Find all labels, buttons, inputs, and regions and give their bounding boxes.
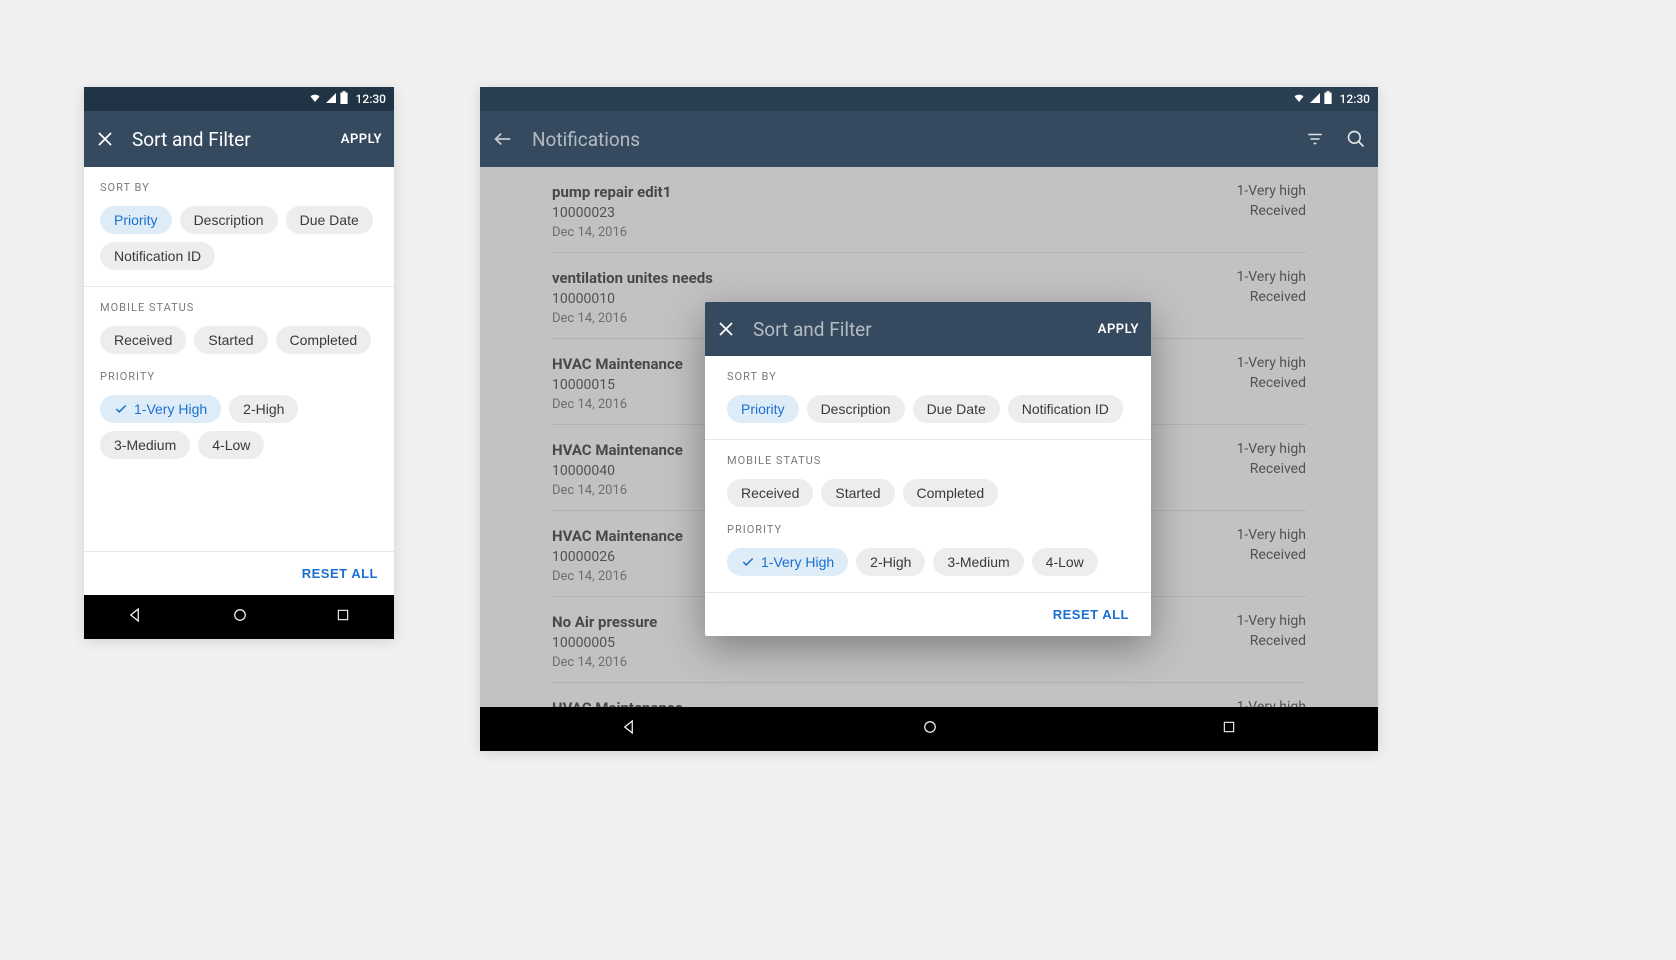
chip-priority-3[interactable]: 3-Medium xyxy=(100,431,190,459)
reset-all-button[interactable]: RESET ALL xyxy=(1053,607,1129,622)
chip-label: 1-Very High xyxy=(134,401,207,417)
apply-button[interactable]: APPLY xyxy=(1098,322,1139,337)
chip-status-completed[interactable]: Completed xyxy=(903,479,999,507)
wifi-icon xyxy=(308,92,322,107)
battery-icon xyxy=(1324,91,1332,107)
chip-sort-notification-id[interactable]: Notification ID xyxy=(1008,395,1123,423)
status-bar: 12:30 xyxy=(480,87,1378,111)
sort-filter-dialog: Sort and Filter APPLY SORT BY Priority D… xyxy=(705,302,1151,636)
priority-label: PRIORITY xyxy=(100,370,378,383)
app-bar-title: Notifications xyxy=(532,128,1306,151)
sort-by-label: SORT BY xyxy=(727,370,1129,383)
chip-status-received[interactable]: Received xyxy=(100,326,186,354)
sort-by-label: SORT BY xyxy=(100,181,378,194)
chip-label: 1-Very High xyxy=(761,554,834,570)
cell-icon xyxy=(324,92,338,107)
nav-home-icon[interactable] xyxy=(231,606,249,628)
dialog-title: Sort and Filter xyxy=(753,318,1098,341)
chip-sort-description[interactable]: Description xyxy=(807,395,905,423)
wifi-icon xyxy=(1292,92,1306,107)
close-icon[interactable] xyxy=(717,320,735,338)
app-bar-notifications: Notifications xyxy=(480,111,1378,167)
reset-row: RESET ALL xyxy=(705,592,1151,636)
chip-priority-1[interactable]: 1-Very High xyxy=(100,395,221,423)
chip-priority-4[interactable]: 4-Low xyxy=(1032,548,1098,576)
apply-button[interactable]: APPLY xyxy=(341,132,382,147)
reset-row: RESET ALL xyxy=(84,551,394,595)
status-time: 12:30 xyxy=(1340,92,1370,106)
app-bar-filter: Sort and Filter APPLY xyxy=(84,111,394,167)
section-sort-by: SORT BY Priority Description Due Date No… xyxy=(84,167,394,287)
chip-sort-due-date[interactable]: Due Date xyxy=(286,206,373,234)
android-navbar xyxy=(84,595,394,639)
check-icon xyxy=(114,402,128,416)
chip-sort-priority[interactable]: Priority xyxy=(727,395,799,423)
filter-body: SORT BY Priority Description Due Date No… xyxy=(84,167,394,595)
chip-priority-4[interactable]: 4-Low xyxy=(198,431,264,459)
status-bar: 12:30 xyxy=(84,87,394,111)
phone-frame: 12:30 Sort and Filter APPLY SORT BY Prio… xyxy=(84,87,394,639)
chip-sort-notification-id[interactable]: Notification ID xyxy=(100,242,215,270)
search-icon[interactable] xyxy=(1346,129,1366,149)
battery-icon xyxy=(340,91,348,107)
nav-recents-icon[interactable] xyxy=(1221,719,1237,739)
priority-label: PRIORITY xyxy=(727,523,1129,536)
chip-status-started[interactable]: Started xyxy=(821,479,894,507)
mobile-status-label: MOBILE STATUS xyxy=(727,454,1129,467)
nav-back-icon[interactable] xyxy=(127,606,145,628)
section-filters: MOBILE STATUS Received Started Completed… xyxy=(705,440,1151,592)
chip-priority-2[interactable]: 2-High xyxy=(229,395,298,423)
cell-icon xyxy=(1308,92,1322,107)
tablet-content: pump repair edit110000023Dec 14, 20161-V… xyxy=(480,167,1378,707)
chip-sort-priority[interactable]: Priority xyxy=(100,206,172,234)
nav-home-icon[interactable] xyxy=(921,718,939,740)
chip-priority-3[interactable]: 3-Medium xyxy=(933,548,1023,576)
back-arrow-icon[interactable] xyxy=(492,128,514,150)
android-navbar xyxy=(480,707,1378,751)
nav-back-icon[interactable] xyxy=(621,718,639,740)
dialog-header: Sort and Filter APPLY xyxy=(705,302,1151,356)
status-time: 12:30 xyxy=(356,92,386,106)
chip-priority-1[interactable]: 1-Very High xyxy=(727,548,848,576)
app-bar-title: Sort and Filter xyxy=(132,128,341,151)
section-sort-by: SORT BY Priority Description Due Date No… xyxy=(705,356,1151,440)
filter-icon[interactable] xyxy=(1306,130,1324,148)
chip-status-received[interactable]: Received xyxy=(727,479,813,507)
section-filters: MOBILE STATUS Received Started Completed… xyxy=(84,287,394,475)
chip-sort-description[interactable]: Description xyxy=(180,206,278,234)
tablet-frame: 12:30 Notifications pump repair edit1100… xyxy=(480,87,1378,751)
chip-status-completed[interactable]: Completed xyxy=(276,326,372,354)
chip-status-started[interactable]: Started xyxy=(194,326,267,354)
nav-recents-icon[interactable] xyxy=(335,607,351,627)
check-icon xyxy=(741,555,755,569)
chip-sort-due-date[interactable]: Due Date xyxy=(913,395,1000,423)
mobile-status-label: MOBILE STATUS xyxy=(100,301,378,314)
reset-all-button[interactable]: RESET ALL xyxy=(302,566,378,581)
chip-priority-2[interactable]: 2-High xyxy=(856,548,925,576)
close-icon[interactable] xyxy=(96,130,114,148)
